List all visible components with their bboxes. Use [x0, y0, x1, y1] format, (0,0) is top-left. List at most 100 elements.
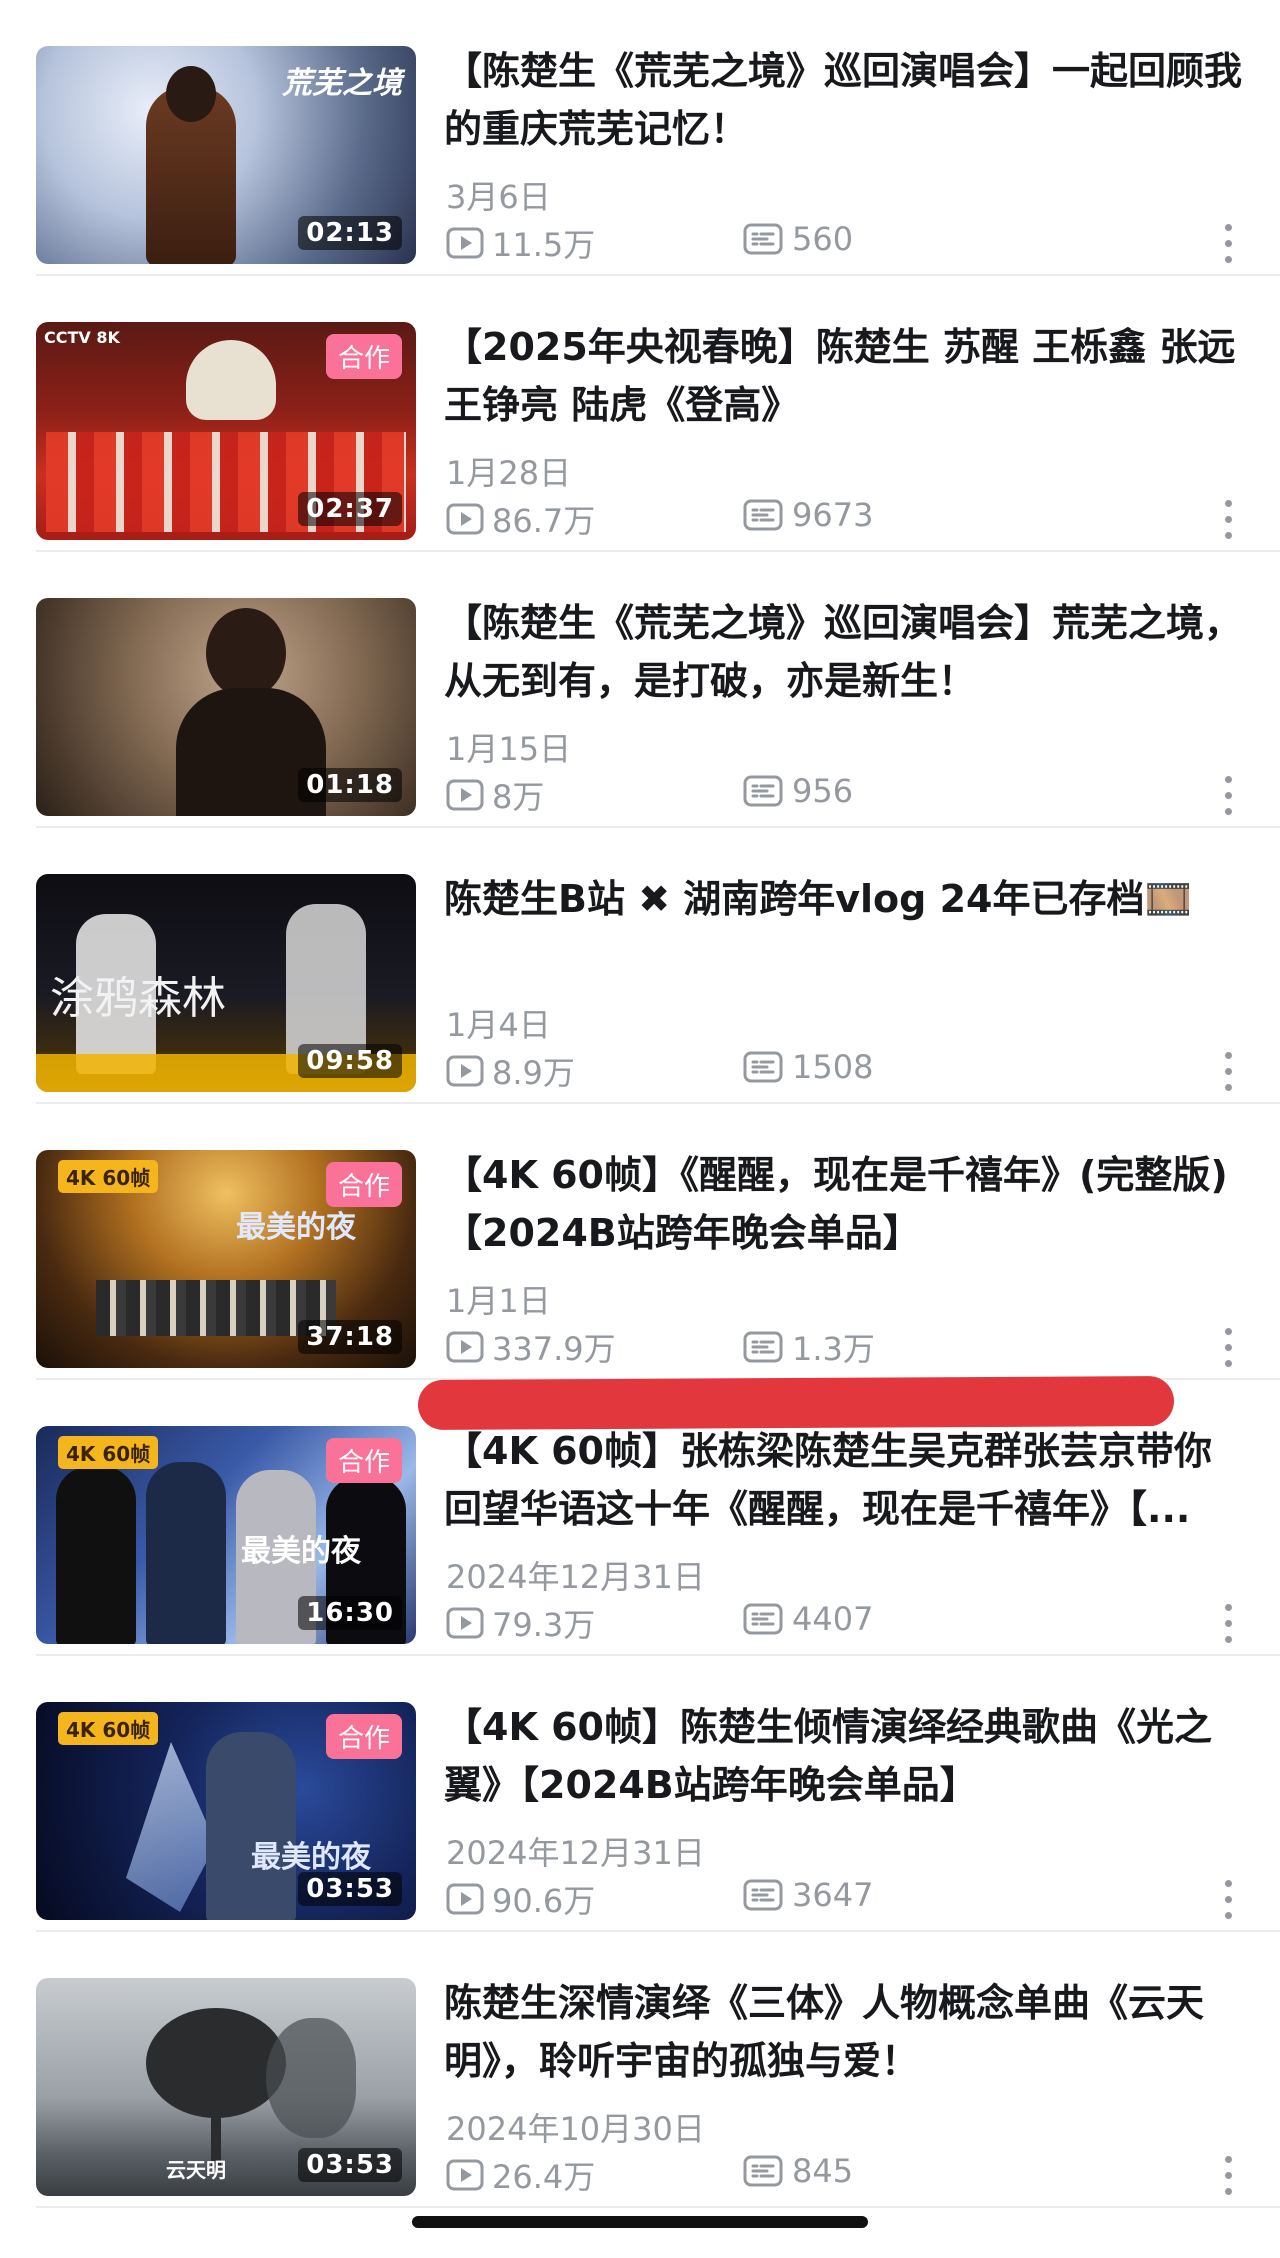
play-count-icon	[446, 1607, 484, 1639]
more-vertical-icon[interactable]	[1220, 498, 1236, 542]
video-duration: 02:13	[298, 216, 402, 250]
video-title[interactable]: 陈楚生深情演绎《三体》人物概念单曲《云天明》，聆听宇宙的孤独与爱！	[444, 1974, 1244, 2090]
red-annotation-stroke	[417, 1376, 1175, 1430]
thumbnail-art-text: CCTV 8K	[44, 328, 120, 347]
danmaku-count-value: 1.3万	[792, 1330, 875, 1368]
play-count-value: 11.5万	[492, 226, 596, 264]
thumbnail-art-text: 最美的夜	[241, 1534, 361, 1569]
video-thumbnail[interactable]: 最美的夜 4K 60帧 合作 03:53	[36, 1702, 416, 1920]
danmaku-count: 9673	[742, 496, 873, 534]
play-count: 79.3万	[446, 1600, 595, 1646]
video-date: 1月28日	[446, 454, 572, 492]
video-title[interactable]: 【2025年央视春晚】陈楚生 苏醒 王栎鑫 张远 王铮亮 陆虎《登高》	[444, 318, 1244, 434]
video-duration: 01:18	[298, 768, 402, 802]
video-thumbnail[interactable]: 荒芜之境 02:13	[36, 46, 416, 264]
video-stats: 90.6万 3647	[446, 1876, 1236, 1920]
more-vertical-icon[interactable]	[1220, 1326, 1236, 1370]
play-count-value: 8.9万	[492, 1054, 575, 1092]
thumbnail-art-text: 云天明	[166, 2158, 226, 2182]
danmaku-count: 560	[742, 220, 853, 258]
cooperation-badge: 合作	[325, 334, 402, 379]
video-item[interactable]: 最美的夜 4K 60帧 合作 03:53 【4K 60帧】陈楚生倾情演绎经典歌曲…	[0, 1656, 1280, 1932]
play-count-icon	[446, 503, 484, 535]
video-title[interactable]: 【4K 60帧】张栋梁陈楚生吴克群张芸京带你回望华语这十年《醒醒，现在是千禧年》…	[444, 1422, 1244, 1538]
video-thumbnail[interactable]: 云天明 03:53	[36, 1978, 416, 2196]
danmaku-count-value: 845	[792, 2152, 854, 2190]
play-count-value: 8万	[492, 778, 545, 816]
danmaku-icon	[743, 1879, 783, 1911]
more-vertical-icon[interactable]	[1220, 1602, 1236, 1646]
play-count-icon	[446, 227, 484, 259]
video-item[interactable]: 最美的夜 4K 60帧 合作 37:18 【4K 60帧】《醒醒，现在是千禧年》…	[0, 1104, 1280, 1380]
play-count: 8.9万	[446, 1048, 575, 1094]
video-title[interactable]: 【陈楚生《荒芜之境》巡回演唱会】一起回顾我的重庆荒芜记忆！	[444, 42, 1244, 158]
profile-silhouette	[266, 2018, 356, 2138]
video-date: 1月4日	[446, 1006, 551, 1044]
video-stats: 79.3万 4407	[446, 1600, 1236, 1644]
more-vertical-icon[interactable]	[1220, 1878, 1236, 1922]
thumbnail-art-text: 最美的夜	[251, 1840, 371, 1875]
play-count-value: 86.7万	[492, 502, 596, 540]
play-count: 26.4万	[446, 2152, 595, 2198]
quality-badge: 4K 60帧	[58, 1712, 159, 1745]
danmaku-count: 956	[742, 772, 853, 810]
video-title[interactable]: 【陈楚生《荒芜之境》巡回演唱会】荒芜之境，从无到有，是打破，亦是新生！	[444, 594, 1244, 710]
video-item[interactable]: CCTV 8K 合作 02:37 【2025年央视春晚】陈楚生 苏醒 王栎鑫 张…	[0, 276, 1280, 552]
cooperation-badge: 合作	[325, 1162, 402, 1207]
more-vertical-icon[interactable]	[1220, 2154, 1236, 2198]
play-count-value: 26.4万	[492, 2158, 596, 2196]
tree-canopy	[146, 2008, 286, 2118]
video-thumbnail[interactable]: 涂鸦森林 09:58	[36, 874, 416, 1092]
danmaku-count: 1.3万	[742, 1324, 875, 1370]
video-date: 2024年12月31日	[446, 1834, 705, 1872]
video-thumbnail[interactable]: 01:18	[36, 598, 416, 816]
video-duration: 03:53	[298, 1872, 402, 1906]
video-stats: 86.7万 9673	[446, 496, 1236, 540]
video-title[interactable]: 【4K 60帧】陈楚生倾情演绎经典歌曲《光之翼》【2024B站跨年晚会单品】	[444, 1698, 1244, 1814]
divider	[36, 2206, 1280, 2208]
performer-head	[166, 66, 216, 122]
play-count-icon	[446, 1883, 484, 1915]
play-count: 86.7万	[446, 496, 595, 542]
more-vertical-icon[interactable]	[1220, 774, 1236, 818]
video-duration: 16:30	[298, 1596, 402, 1630]
video-duration: 03:53	[298, 2148, 402, 2182]
play-count-icon	[446, 2159, 484, 2191]
video-item[interactable]: 云天明 03:53 陈楚生深情演绎《三体》人物概念单曲《云天明》，聆听宇宙的孤独…	[0, 1932, 1280, 2208]
danmaku-icon	[743, 775, 783, 807]
video-thumbnail[interactable]: 最美的夜 4K 60帧 合作 16:30	[36, 1426, 416, 1644]
video-date: 2024年10月30日	[446, 2110, 705, 2148]
lion-dance-figure	[186, 340, 276, 420]
danmaku-icon	[743, 499, 783, 531]
danmaku-icon	[743, 223, 783, 255]
home-indicator[interactable]	[412, 2216, 868, 2228]
video-title[interactable]: 【4K 60帧】《醒醒，现在是千禧年》(完整版)【2024B站跨年晚会单品】	[444, 1146, 1244, 1262]
video-item[interactable]: 01:18 【陈楚生《荒芜之境》巡回演唱会】荒芜之境，从无到有，是打破，亦是新生…	[0, 552, 1280, 828]
video-date: 1月1日	[446, 1282, 551, 1320]
cooperation-badge: 合作	[325, 1438, 402, 1483]
more-vertical-icon[interactable]	[1220, 222, 1236, 266]
danmaku-count-value: 4407	[792, 1600, 874, 1638]
video-date: 3月6日	[446, 178, 551, 216]
thumbnail-art-text: 荒芜之境	[282, 66, 402, 101]
play-count-icon	[446, 1331, 484, 1363]
play-count-icon	[446, 779, 484, 811]
danmaku-icon	[743, 1331, 783, 1363]
cooperation-badge: 合作	[325, 1714, 402, 1759]
performer-figure	[206, 1732, 296, 1920]
video-thumbnail[interactable]: CCTV 8K 合作 02:37	[36, 322, 416, 540]
video-title[interactable]: 陈楚生B站 ✖ 湖南跨年vlog 24年已存档🎞️	[444, 870, 1244, 928]
performer-figure	[146, 1462, 226, 1644]
more-vertical-icon[interactable]	[1220, 1050, 1236, 1094]
danmaku-count-value: 956	[792, 772, 854, 810]
video-duration: 09:58	[298, 1044, 402, 1078]
danmaku-icon	[743, 1051, 783, 1083]
danmaku-count-value: 3647	[792, 1876, 874, 1914]
video-thumbnail[interactable]: 最美的夜 4K 60帧 合作 37:18	[36, 1150, 416, 1368]
play-count: 11.5万	[446, 220, 595, 266]
video-item[interactable]: 涂鸦森林 09:58 陈楚生B站 ✖ 湖南跨年vlog 24年已存档🎞️ 1月4…	[0, 828, 1280, 1104]
video-duration: 37:18	[298, 1320, 402, 1354]
play-count-icon	[446, 1055, 484, 1087]
video-item[interactable]: 荒芜之境 02:13 【陈楚生《荒芜之境》巡回演唱会】一起回顾我的重庆荒芜记忆！…	[0, 0, 1280, 276]
play-count-value: 90.6万	[492, 1882, 596, 1920]
